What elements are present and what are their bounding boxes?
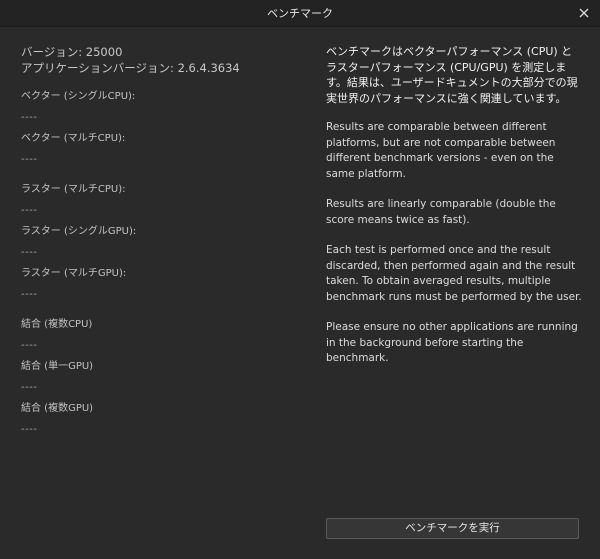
run-benchmark-button[interactable]: ベンチマークを実行 [326, 518, 579, 539]
benchmark-score: ---- [21, 112, 38, 123]
benchmark-label: 結合 (単一GPU) [21, 361, 94, 372]
benchmark-score: ---- [21, 205, 38, 216]
benchmark-list: ベクター (シングルCPU): ---- ベクター (マルチCPU): ----… [21, 90, 291, 444]
benchmark-raster-multi-cpu: ラスター (マルチCPU): ---- [21, 183, 291, 225]
version-text: バージョン: 25000 [21, 45, 123, 59]
benchmark-score: ---- [21, 340, 38, 351]
benchmark-score: ---- [21, 154, 38, 165]
app-version-text: アプリケーションバージョン: 2.6.4.3634 [21, 61, 240, 75]
benchmark-description: ベンチマークはベクターパフォーマンス (CPU) とラスターパフォーマンス (C… [326, 44, 582, 382]
benchmark-label: ラスター (シングルGPU): [21, 226, 137, 237]
benchmark-score: ---- [21, 289, 38, 300]
benchmark-vector-multi-cpu: ベクター (マルチCPU): ---- [21, 132, 291, 174]
benchmark-label: ベクター (シングルCPU): [21, 91, 136, 102]
benchmark-results-panel: バージョン: 25000 アプリケーションバージョン: 2.6.4.3634 ベ… [21, 44, 291, 444]
benchmark-label: 結合 (複数CPU) [21, 319, 93, 330]
benchmark-raster-multi-gpu: ラスター (マルチGPU): ---- [21, 267, 291, 309]
description-paragraph: Results are comparable between different… [326, 121, 556, 180]
benchmark-score: ---- [21, 382, 38, 393]
benchmark-score: ---- [21, 247, 38, 258]
close-button[interactable] [574, 3, 594, 23]
description-paragraph: Results are linearly comparable (double … [326, 198, 556, 226]
benchmark-combined-single-gpu: 結合 (単一GPU) ---- [21, 360, 291, 402]
description-intro: ベンチマークはベクターパフォーマンス (CPU) とラスターパフォーマンス (C… [326, 45, 578, 105]
benchmark-label: ラスター (マルチCPU): [21, 184, 126, 195]
description-paragraph: Each test is performed once and the resu… [326, 244, 582, 303]
benchmark-combined-multi-cpu: 結合 (複数CPU) ---- [21, 318, 291, 360]
benchmark-score: ---- [21, 424, 38, 435]
benchmark-vector-single-cpu: ベクター (シングルCPU): ---- [21, 90, 291, 132]
close-icon [579, 8, 589, 18]
window-title: ベンチマーク [267, 7, 333, 20]
benchmark-raster-single-gpu: ラスター (シングルGPU): ---- [21, 225, 291, 267]
benchmark-combined-multi-gpu: 結合 (複数GPU) ---- [21, 402, 291, 444]
title-bar: ベンチマーク [0, 0, 600, 27]
benchmark-label: ベクター (マルチCPU): [21, 133, 126, 144]
benchmark-label: 結合 (複数GPU) [21, 403, 94, 414]
benchmark-label: ラスター (マルチGPU): [21, 268, 127, 279]
description-paragraph: Please ensure no other applications are … [326, 321, 578, 364]
